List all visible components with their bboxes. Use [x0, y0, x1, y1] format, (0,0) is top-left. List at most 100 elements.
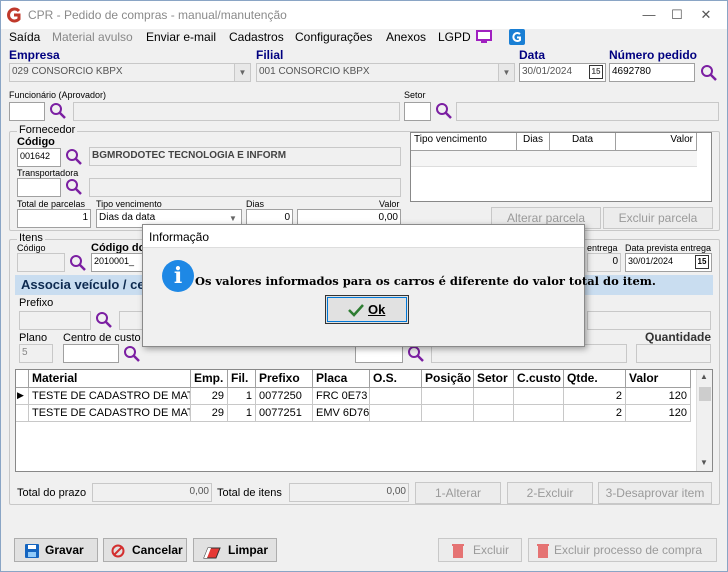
table-cell[interactable]: [370, 388, 422, 405]
parcelas-col-data[interactable]: Data: [550, 133, 616, 151]
empresa-combo[interactable]: 029 CONSORCIO KBPX ▼: [9, 63, 251, 82]
monitor-icon[interactable]: [475, 30, 493, 44]
alterar-item-button[interactable]: 1-Alterar: [415, 482, 501, 504]
itens-col-fil[interactable]: Fil.: [228, 370, 256, 388]
excluir-button[interactable]: Excluir: [438, 538, 522, 562]
funcionario-code-field[interactable]: [9, 102, 45, 121]
itens-col-placa[interactable]: Placa: [313, 370, 370, 388]
table-cell[interactable]: TESTE DE CADASTRO DE MAT: [29, 388, 191, 405]
search-icon[interactable]: [65, 178, 83, 196]
numero-pedido-field[interactable]: 4692780: [609, 63, 695, 82]
table-cell[interactable]: [474, 388, 514, 405]
g-app-icon[interactable]: [509, 29, 525, 45]
table-cell[interactable]: TESTE DE CADASTRO DE MAT: [29, 405, 191, 422]
table-cell[interactable]: 120: [626, 405, 691, 422]
itens-col-posicao[interactable]: Posição: [422, 370, 474, 388]
data-prevista-field[interactable]: 30/01/2024 15: [625, 253, 712, 272]
chevron-up-icon[interactable]: ▲: [700, 372, 708, 381]
table-cell[interactable]: EMV 6D76: [313, 405, 370, 422]
table-cell[interactable]: [422, 405, 474, 422]
menu-material-avulso[interactable]: Material avulso: [52, 29, 133, 45]
codigo-do-field[interactable]: 2010001_: [91, 253, 147, 272]
data-field[interactable]: 30/01/2024 15: [519, 63, 606, 82]
itens-col-setor[interactable]: Setor: [474, 370, 514, 388]
calendar-icon[interactable]: 15: [695, 255, 709, 269]
centro-custo-field[interactable]: [63, 344, 119, 363]
search-icon[interactable]: [435, 102, 453, 120]
table-cell[interactable]: 2: [564, 405, 626, 422]
menu-enviar-email[interactable]: Enviar e-mail: [146, 29, 216, 45]
table-cell[interactable]: [474, 405, 514, 422]
excluir-item-button[interactable]: 2-Excluir: [507, 482, 593, 504]
setor-code-field[interactable]: [404, 102, 431, 121]
gravar-button[interactable]: Gravar: [14, 538, 98, 562]
excluir-processo-button[interactable]: Excluir processo de compra: [528, 538, 717, 562]
chevron-down-icon[interactable]: ▼: [234, 64, 250, 81]
excluir-parcela-button[interactable]: Excluir parcela: [603, 207, 713, 229]
fornecedor-codigo-field[interactable]: 001642: [17, 148, 61, 167]
table-cell[interactable]: [514, 405, 564, 422]
table-cell[interactable]: FRC 0E73: [313, 388, 370, 405]
itens-col-os[interactable]: O.S.: [370, 370, 422, 388]
table-cell[interactable]: 1: [228, 405, 256, 422]
table-cell[interactable]: 2: [564, 388, 626, 405]
search-icon[interactable]: [407, 345, 425, 363]
itens-col-ccusto[interactable]: C.custo: [514, 370, 564, 388]
itens-col-valor[interactable]: Valor: [626, 370, 691, 388]
itens-col-emp[interactable]: Emp.: [191, 370, 228, 388]
trash-icon: [537, 543, 549, 558]
parcelas-col-tipo[interactable]: Tipo vencimento: [411, 133, 517, 151]
itens-col-prefixo[interactable]: Prefixo: [256, 370, 313, 388]
app-logo-icon: [6, 7, 22, 23]
entrega-field[interactable]: 0: [587, 253, 621, 272]
calendar-icon[interactable]: 15: [589, 65, 603, 79]
minimize-button[interactable]: —: [636, 3, 662, 27]
parcelas-col-valor[interactable]: Valor: [616, 133, 697, 151]
plano-field[interactable]: 5: [19, 344, 53, 363]
chevron-down-icon[interactable]: ▼: [700, 458, 708, 467]
total-parcelas-field[interactable]: 1: [17, 209, 91, 228]
table-cell[interactable]: [514, 388, 564, 405]
itens-col-material[interactable]: Material: [29, 370, 191, 388]
itens-codigo-field[interactable]: [17, 253, 65, 272]
fornecedor-title: Fornecedor: [17, 124, 78, 136]
filial-combo[interactable]: 001 CONSORCIO KBPX ▼: [256, 63, 515, 82]
table-cell[interactable]: 0077251: [256, 405, 313, 422]
table-cell[interactable]: 1: [228, 388, 256, 405]
menu-anexos[interactable]: Anexos: [386, 29, 426, 45]
desaprovar-item-button[interactable]: 3-Desaprovar item: [598, 482, 712, 504]
search-icon[interactable]: [49, 102, 67, 120]
maximize-button[interactable]: ☐: [664, 3, 690, 27]
table-cell[interactable]: 120: [626, 388, 691, 405]
menu-lgpd[interactable]: LGPD: [438, 29, 471, 45]
ok-button[interactable]: Ok: [325, 295, 409, 324]
table-cell[interactable]: 29: [191, 405, 228, 422]
menu-cadastros[interactable]: Cadastros: [229, 29, 284, 45]
search-icon[interactable]: [65, 148, 83, 166]
itens-scrollbar[interactable]: ▲ ▼: [696, 370, 712, 471]
menu-saida[interactable]: Saída: [9, 29, 40, 45]
table-cell[interactable]: 29: [191, 388, 228, 405]
table-cell[interactable]: [370, 405, 422, 422]
table-cell[interactable]: 0077250: [256, 388, 313, 405]
search-icon[interactable]: [69, 254, 87, 272]
limpar-button[interactable]: Limpar: [193, 538, 277, 562]
parcelas-col-dias[interactable]: Dias: [517, 133, 550, 151]
close-button[interactable]: ✕: [693, 3, 719, 27]
chevron-down-icon[interactable]: ▼: [498, 64, 514, 81]
prefixo-field[interactable]: [19, 311, 91, 330]
setor-label: Setor: [404, 90, 426, 100]
cancelar-button[interactable]: Cancelar: [103, 538, 187, 562]
itens-table[interactable]: Material Emp. Fil. Prefixo Placa O.S. Po…: [15, 369, 713, 472]
total-parcelas-label: Total de parcelas: [17, 199, 86, 209]
transportadora-code-field[interactable]: [17, 178, 61, 197]
search-icon[interactable]: [123, 345, 141, 363]
menu-configuracoes[interactable]: Configurações: [295, 29, 372, 45]
parcelas-table[interactable]: Tipo vencimento Dias Data Valor: [410, 132, 712, 202]
search-icon[interactable]: [95, 311, 113, 329]
itens-col-qtde[interactable]: Qtde.: [564, 370, 626, 388]
quantidade-field[interactable]: [636, 344, 711, 363]
search-icon[interactable]: [700, 64, 718, 82]
table-cell[interactable]: [422, 388, 474, 405]
scroll-thumb[interactable]: [699, 387, 711, 401]
